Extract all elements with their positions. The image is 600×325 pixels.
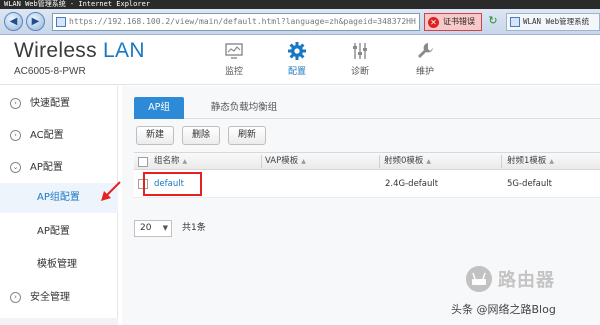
brand-main-text: Wireless (14, 39, 97, 62)
browser-tab[interactable]: WLAN Web管理系统 (506, 13, 600, 31)
total-count: 共1条 (182, 223, 206, 233)
sort-arrow-icon: ▲ (182, 158, 188, 165)
monitor-icon (225, 43, 243, 59)
new-button[interactable]: 新建 (136, 126, 174, 145)
gear-icon (288, 42, 306, 60)
tab-ap-group[interactable]: AP组 (134, 97, 184, 119)
forward-button[interactable]: ▶ (26, 12, 45, 31)
browser-address-bar: ◀ ▶ https://192.168.100.2/view/main/defa… (0, 9, 600, 35)
sidebar-item-label: 安全管理 (30, 292, 70, 303)
sidebar-subitem-ap-config[interactable]: AP配置 (0, 217, 118, 247)
column-header-radio1-template[interactable]: 射频1模板 ▲ (507, 153, 554, 169)
nav-config[interactable]: 配置 (277, 39, 317, 79)
table-header: 组名称 ▲ VAP模板 ▲ 射频0模板 ▲ 射频1模板 ▲ (134, 152, 600, 170)
nav-diagnose-label: 诊断 (350, 67, 369, 77)
expand-chevron-icon: › (10, 130, 21, 141)
sidebar-item-label: AP配置 (30, 162, 63, 173)
brand-logo: Wireless LAN (14, 39, 145, 63)
column-divider (501, 155, 502, 168)
tab-bar: AP组 静态负载均衡组 (134, 97, 600, 119)
collapse-chevron-icon: ⌄ (10, 162, 21, 173)
sidebar-footer (0, 318, 118, 325)
radio1-template-cell: 5G-default (507, 179, 552, 189)
nav-monitor[interactable]: 监控 (214, 39, 254, 79)
column-divider (261, 155, 262, 168)
sidebar-item-label: AC配置 (30, 130, 64, 141)
certificate-error-button[interactable]: ✕ 证书错误 (424, 13, 482, 31)
url-field[interactable]: https://192.168.100.2/view/main/default.… (52, 13, 420, 31)
page-icon (56, 17, 66, 27)
wrench-icon (418, 43, 433, 58)
back-button[interactable]: ◀ (4, 12, 23, 31)
watermark-logo-icon (466, 266, 492, 292)
sort-arrow-icon: ▲ (426, 158, 432, 165)
page-size-value: 20 (140, 223, 152, 233)
sidebar-item-label: 快速配置 (30, 98, 70, 109)
sidebar-subitem-label: 模板管理 (37, 259, 77, 270)
sidebar-item-ap-config[interactable]: ⌄ AP配置 (0, 153, 118, 183)
sort-arrow-icon: ▲ (301, 158, 306, 165)
device-model: AC6005-8-PWR (14, 66, 86, 77)
nav-monitor-label: 监控 (224, 67, 243, 77)
sort-arrow-icon: ▲ (549, 158, 555, 165)
page-size-select[interactable]: 20 ▼ (134, 220, 172, 237)
window-title: WLAN Web管理系统 - Internet Explorer (4, 0, 151, 8)
watermark-logo-text: 路由器 (498, 270, 555, 291)
tab-page-icon (510, 17, 520, 27)
sidebar-subitem-label: AP组配置 (37, 192, 80, 203)
sidebar-subitem-template-management[interactable]: 模板管理 (0, 250, 118, 280)
refresh-button[interactable]: 刷新 (228, 126, 266, 145)
sliders-icon (353, 43, 367, 59)
brand-accent-text: LAN (103, 39, 145, 62)
annotation-highlight-box (143, 172, 202, 196)
sidebar-item-ac-config[interactable]: › AC配置 (0, 121, 118, 151)
sidebar-item-quick-config[interactable]: › 快速配置 (0, 89, 118, 119)
expand-chevron-icon: › (10, 292, 21, 303)
annotation-arrow-icon (101, 181, 121, 201)
column-header-vap-template[interactable]: VAP模板 ▲ (265, 153, 306, 169)
radio0-template-cell: 2.4G-default (385, 179, 439, 189)
expand-chevron-icon: › (10, 98, 21, 109)
app-header: Wireless LAN AC6005-8-PWR 监控 配置 诊断 维护 (0, 35, 600, 85)
watermark-credit: 头条 @网络之路Blog (451, 303, 556, 316)
nav-config-label: 配置 (287, 67, 306, 77)
url-text: https://192.168.100.2/view/main/default.… (69, 17, 416, 26)
column-header-radio0-template[interactable]: 射频0模板 ▲ (384, 153, 431, 169)
nav-maintain[interactable]: 维护 (405, 39, 445, 79)
delete-button[interactable]: 删除 (182, 126, 220, 145)
refresh-page-icon[interactable]: ↻ (486, 14, 500, 28)
sidebar-subitem-label: AP配置 (37, 226, 70, 237)
table-row[interactable]: default 2.4G-default 5G-default (134, 170, 600, 198)
certificate-error-label: 证书错误 (443, 17, 475, 26)
error-shield-icon: ✕ (428, 17, 439, 28)
nav-maintain-label: 维护 (415, 67, 434, 77)
column-divider (379, 155, 380, 168)
window-title-bar: WLAN Web管理系统 - Internet Explorer (0, 0, 600, 9)
tab-static-load-balance-group[interactable]: 静态负载均衡组 (198, 97, 290, 119)
sidebar-item-security[interactable]: › 安全管理 (0, 283, 118, 313)
select-all-checkbox[interactable] (138, 157, 148, 167)
nav-diagnose[interactable]: 诊断 (340, 39, 380, 79)
sidebar: › 快速配置 › AC配置 ⌄ AP配置 AP组配置 AP配置 模板管理 › 安… (0, 86, 118, 325)
column-header-group-name[interactable]: 组名称 ▲ (154, 153, 187, 169)
browser-tab-title: WLAN Web管理系统 (523, 17, 590, 26)
chevron-down-icon: ▼ (162, 224, 168, 232)
